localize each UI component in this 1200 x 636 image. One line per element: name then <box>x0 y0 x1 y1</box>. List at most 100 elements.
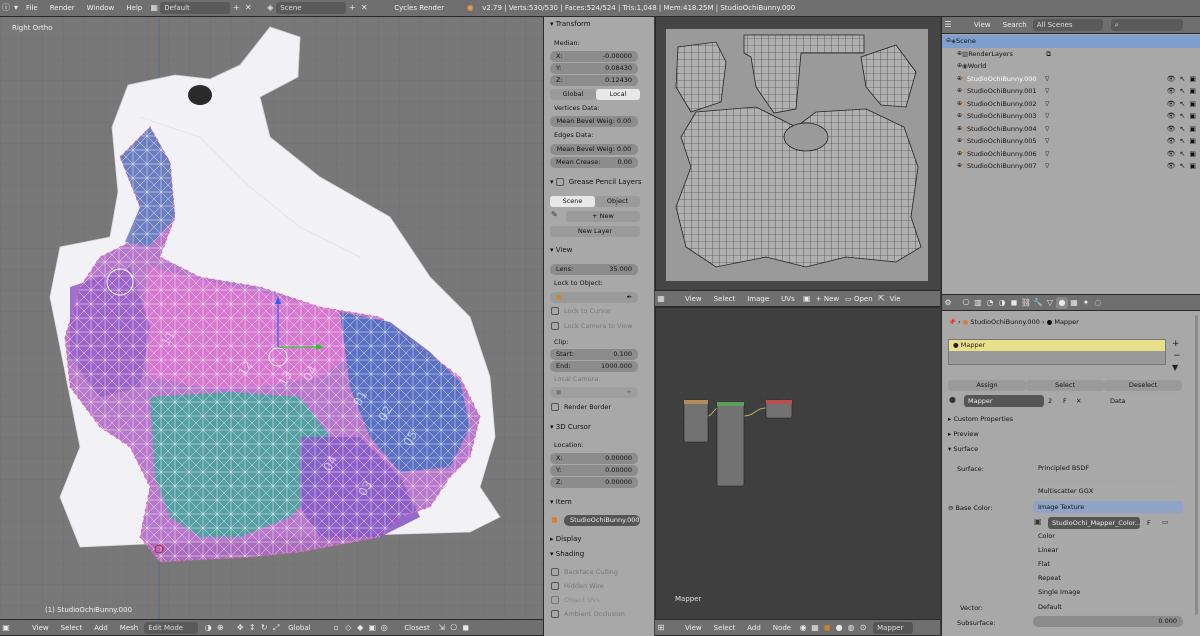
material-name-field[interactable]: Mapper <box>873 621 914 634</box>
render-camera-icon[interactable]: ▣ <box>1189 137 1196 145</box>
browse-icon[interactable]: ⧉ <box>1046 48 1051 61</box>
preview-header[interactable]: ▸ Preview <box>948 427 979 441</box>
add-menu[interactable]: Add <box>88 624 114 632</box>
cursor-y-field[interactable]: Y: 0.00000 <box>550 465 638 476</box>
outliner-search-input[interactable]: ⌕ <box>1110 19 1183 31</box>
close-icon[interactable]: ✕ <box>242 2 254 14</box>
color-space-select[interactable]: Color <box>1033 530 1183 542</box>
render-camera-icon[interactable]: ▣ <box>1189 87 1196 95</box>
outliner-item[interactable]: ⊕ ▽ StudioOchiBunny.001 ∇ 👁 ↖ ▣ <box>942 85 1200 98</box>
outliner-item[interactable]: ⊕ ◉ World <box>942 60 1200 73</box>
outliner-item[interactable]: ⊕ ▽ StudioOchiBunny.002 ∇ 👁 ↖ ▣ <box>942 98 1200 111</box>
uv-select-menu[interactable]: Select <box>708 295 742 303</box>
edge-select-icon[interactable]: ◇ <box>342 622 354 634</box>
scale-icon[interactable]: ⤢ <box>270 622 282 634</box>
render-camera-icon[interactable]: ▣ <box>1189 112 1196 120</box>
manipulator-icon[interactable]: ✥ <box>234 622 246 634</box>
lens-field[interactable]: Lens: 35.000 <box>550 264 638 275</box>
projection-select[interactable]: Flat <box>1033 558 1183 570</box>
unlink-icon[interactable]: ✕ <box>1076 397 1081 405</box>
gp-new-button[interactable]: + New <box>566 211 640 222</box>
scene-icon[interactable]: ◈ <box>264 2 276 14</box>
base-color-input-select[interactable]: Image Texture <box>1033 501 1183 513</box>
info-icon[interactable]: ⓘ <box>0 2 12 14</box>
visibility-eye-icon[interactable]: 👁 <box>1167 87 1176 95</box>
image-name-input[interactable]: StudioOchi_Mapper_Color... <box>1048 517 1141 529</box>
new-layer-button[interactable]: New Layer <box>550 226 640 237</box>
image-browse-icon[interactable]: ▣ <box>1034 517 1042 526</box>
menu-window[interactable]: Window <box>81 4 121 12</box>
screen-layout-field[interactable]: Default <box>160 2 231 14</box>
screen-layout-icon[interactable]: ▦ <box>148 2 160 14</box>
browse-icon[interactable]: ◍ <box>845 622 857 634</box>
render-camera-icon[interactable]: ▣ <box>1189 150 1196 158</box>
outliner-item[interactable]: ⊕ ▽ StudioOchiBunny.005 ∇ 👁 ↖ ▣ <box>942 135 1200 148</box>
outliner-item[interactable]: ⊕ ▽ StudioOchiBunny.004 ∇ 👁 ↖ ▣ <box>942 123 1200 136</box>
select-menu[interactable]: Select <box>55 624 89 632</box>
proportional-icon[interactable]: ◎ <box>378 622 390 634</box>
editor-type-icon[interactable]: ▣ <box>0 622 12 634</box>
pivot-icon[interactable]: ⇱ <box>876 293 888 305</box>
scene-icon[interactable]: ◔ <box>984 297 996 309</box>
outliner-item[interactable]: ⊕ ▽ StudioOchiBunny.006 ∇ 👁 ↖ ▣ <box>942 148 1200 161</box>
lock-object-field[interactable]: ◼ ✒ <box>550 292 638 303</box>
render-engine-select[interactable]: Cycles Render <box>388 4 458 12</box>
particles-icon[interactable]: ✦ <box>1080 297 1092 309</box>
render-camera-icon[interactable]: ▣ <box>1189 100 1196 108</box>
median-y-field[interactable]: Y: 0.08430 <box>550 63 638 74</box>
visibility-eye-icon[interactable]: 👁 <box>1167 150 1176 158</box>
cursor-x-field[interactable]: X: 0.00000 <box>550 453 638 464</box>
cursor-z-field[interactable]: Z: 0.00000 <box>550 477 638 488</box>
editor-type-icon[interactable]: ▦ <box>655 293 667 305</box>
image-browse-icon[interactable]: ▣ <box>801 293 813 305</box>
constraints-icon[interactable]: ⛓ <box>1020 297 1032 309</box>
chevron-down-icon[interactable]: ▾ <box>12 2 20 14</box>
shader-type-icon[interactable]: ◉ <box>797 622 809 634</box>
slot-specials-icon[interactable]: ▼ <box>1172 363 1178 372</box>
menu-file[interactable]: File <box>20 4 44 12</box>
select-arrow-icon[interactable]: ↖ <box>1180 137 1186 145</box>
material-slot-list[interactable]: ● Mapper <box>948 339 1166 365</box>
gp-object-toggle[interactable]: Object <box>595 196 640 207</box>
menu-help[interactable]: Help <box>120 4 148 12</box>
ambient-occlusion-checkbox[interactable]: Ambient Occlusion <box>551 610 625 618</box>
select-arrow-icon[interactable]: ↖ <box>1180 87 1186 95</box>
outliner-view-menu[interactable]: View <box>968 21 997 29</box>
translate-icon[interactable]: ↕ <box>246 622 258 634</box>
render-layers-icon[interactable]: ▥ <box>972 297 984 309</box>
node-add-menu[interactable]: Add <box>741 624 767 632</box>
uv-open-button[interactable]: ▭ Open <box>842 295 876 303</box>
vector-select[interactable]: Default <box>1033 601 1183 613</box>
uv-uvs-menu[interactable]: UVs <box>775 295 801 303</box>
transform-header[interactable]: ▾ Transform <box>550 18 591 30</box>
material-slot-item[interactable]: ● Mapper <box>949 340 1165 351</box>
material-icon[interactable]: ● <box>1056 296 1068 309</box>
snap-target-select[interactable]: Closest <box>398 624 435 632</box>
eyedropper-icon[interactable]: ✒ <box>627 292 632 303</box>
outliner-item[interactable]: ⊕ ▽ StudioOchiBunny.003 ∇ 👁 ↖ ▣ <box>942 110 1200 123</box>
vertex-bevel-weight-field[interactable]: Mean Bevel Weig: 0.00 <box>550 116 638 127</box>
uv-new-button[interactable]: + New <box>813 295 842 303</box>
world-icon[interactable]: ⊙ <box>857 622 869 634</box>
uv-image-menu[interactable]: Image <box>741 295 775 303</box>
menu-render[interactable]: Render <box>44 4 81 12</box>
pivot-icon[interactable]: ⊕ <box>214 622 226 634</box>
cube-icon[interactable]: ◼ <box>821 622 833 634</box>
eyedropper-icon[interactable]: ✒ <box>627 387 632 398</box>
visibility-eye-icon[interactable]: 👁 <box>1167 162 1176 170</box>
object-uvs-checkbox[interactable]: Object UVs <box>551 596 600 604</box>
pencil-icon[interactable]: ✎ <box>551 210 558 219</box>
close-icon[interactable]: ✕ <box>358 2 370 14</box>
render-camera-icon[interactable]: ▣ <box>1189 75 1196 83</box>
display-header[interactable]: ▸ Display <box>550 533 582 545</box>
outliner-item[interactable]: ⊕ ▽ StudioOchiBunny.007 ∇ 👁 ↖ ▣ <box>942 160 1200 173</box>
data-icon[interactable]: ▽ <box>1044 297 1056 309</box>
texture-icon[interactable]: ▦ <box>809 622 821 634</box>
deselect-button[interactable]: Deselect <box>1104 380 1182 391</box>
material-output-node[interactable] <box>765 399 793 419</box>
camera-icon[interactable]: ⎔ <box>960 297 972 309</box>
display-mode-select[interactable]: All Scenes <box>1032 19 1103 31</box>
image-open-icon[interactable]: ▭ <box>1162 518 1168 526</box>
assign-button[interactable]: Assign <box>948 380 1026 391</box>
uv-view-select[interactable]: Vie <box>888 295 903 303</box>
